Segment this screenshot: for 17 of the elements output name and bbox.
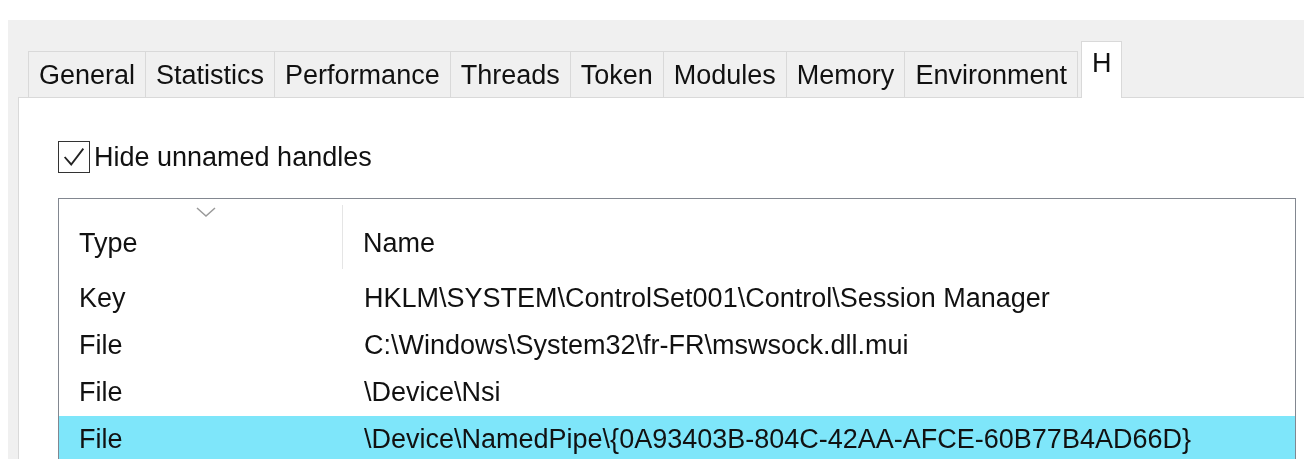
table-cell-text: HKLM\SYSTEM\ControlSet001\Control\Session Manager — [363, 283, 1050, 314]
table-cell-text: File — [78, 330, 124, 361]
table-cell-text: File — [78, 424, 124, 455]
tab[interactable]: H — [1080, 41, 1123, 98]
checkbox-label: Hide unnamed handles — [94, 141, 372, 173]
table-cell-text: Key — [78, 283, 127, 314]
column-header[interactable]: Name — [343, 199, 1295, 275]
table-cell-text: \Device\NamedPipe\{0A93403B-804C-42AA-AFCE-60B77B4AD66D} — [363, 424, 1191, 455]
tab[interactable]: Environment — [904, 51, 1078, 98]
column-header[interactable]: Type — [59, 205, 343, 269]
tab[interactable]: General — [28, 51, 147, 98]
selected-row[interactable]: File \Device\NamedPipe\{0A93403B-804C-42AA-AFCE-60B77B4AD66D} — [59, 416, 1295, 459]
sort-caret-icon — [196, 207, 216, 217]
checkbox[interactable] — [58, 141, 90, 173]
table-cell-text: \Device\Nsi — [363, 377, 501, 408]
table-cell-text: File — [78, 377, 124, 408]
table-cell-text: C:\Windows\System32\fr-FR\mswsock.dll.mui — [363, 330, 909, 361]
